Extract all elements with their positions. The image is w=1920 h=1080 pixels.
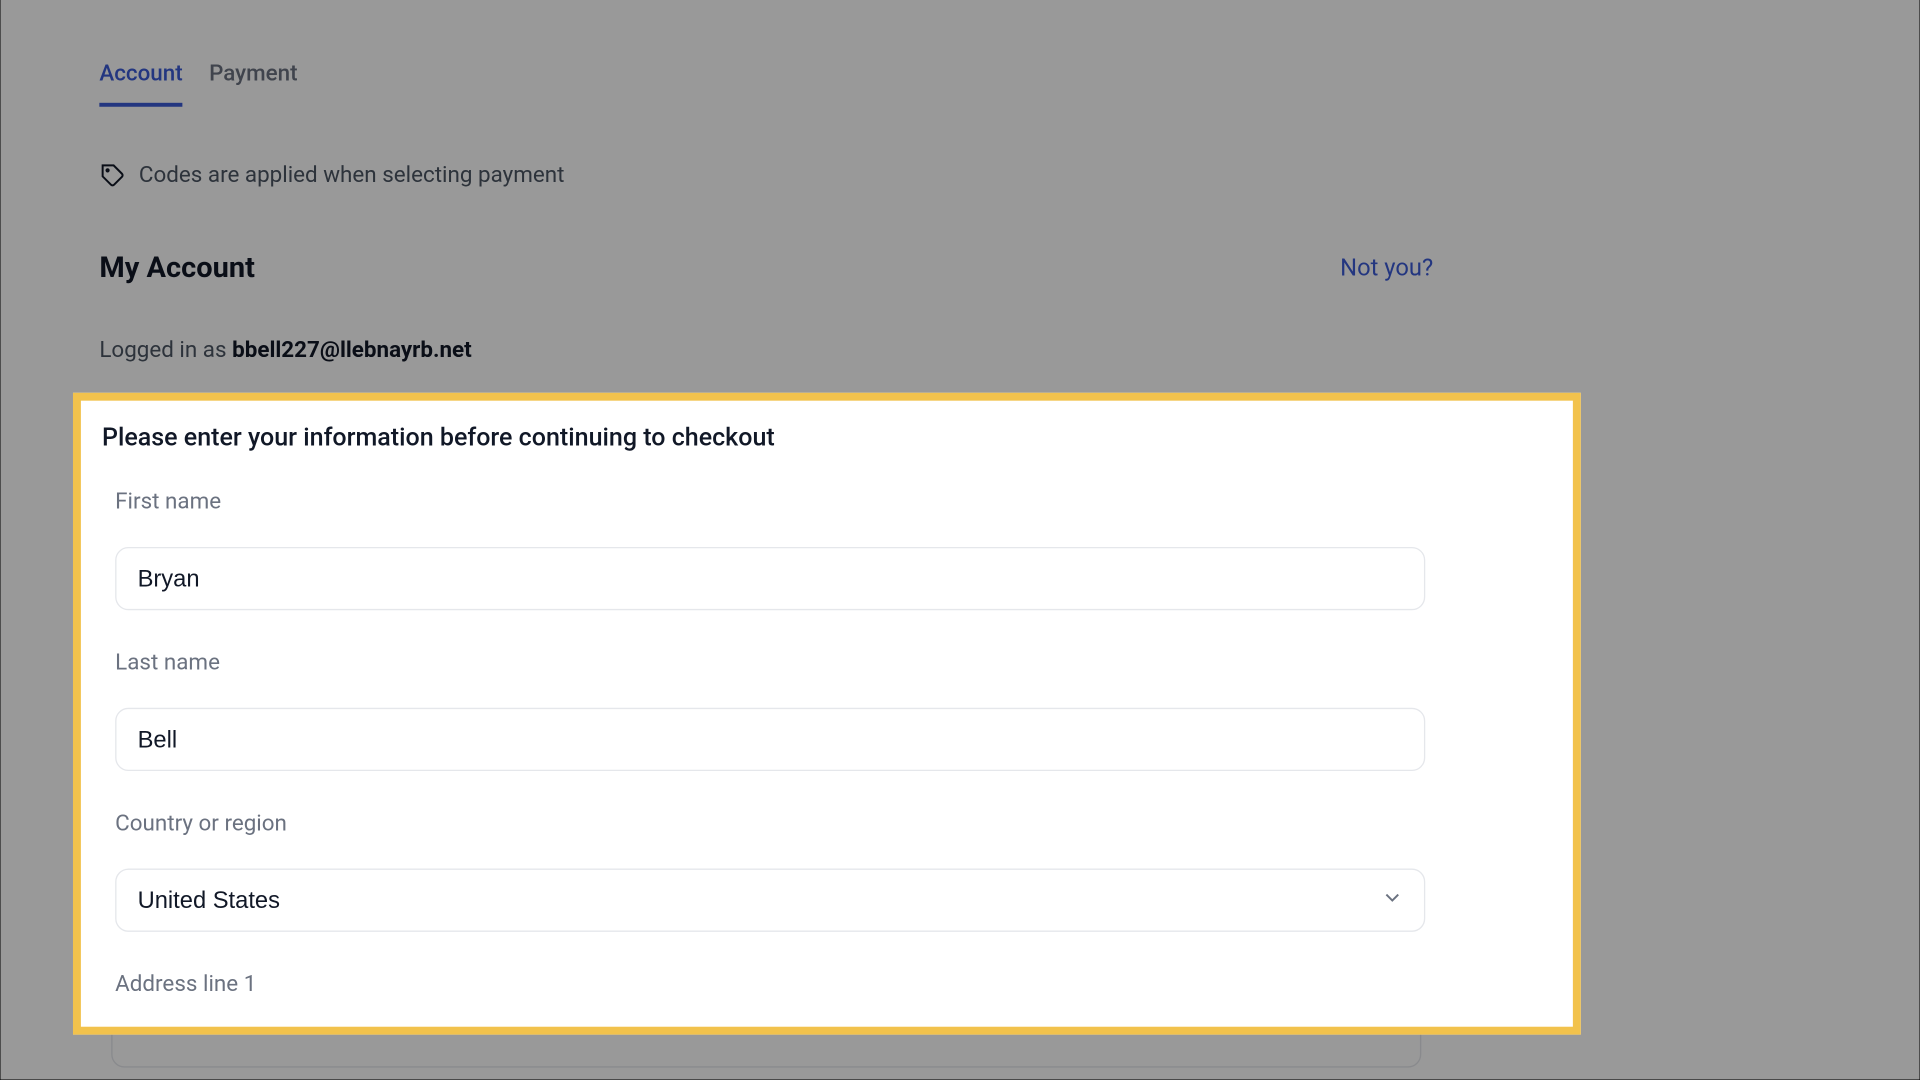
logged-in-prefix: Logged in as: [99, 337, 232, 363]
tab-account[interactable]: Account: [99, 53, 182, 107]
first-name-field[interactable]: [115, 547, 1425, 610]
last-name-label: Last name: [115, 650, 1552, 676]
country-label: Country or region: [115, 811, 1552, 837]
logged-in-as: Logged in as bbell227@llebnayrb.net: [99, 337, 1549, 363]
promo-codes-info: Codes are applied when selecting payment: [99, 162, 1549, 188]
user-information-form: Please enter your information before con…: [73, 393, 1581, 1035]
tab-payment[interactable]: Payment: [209, 53, 298, 107]
last-name-field[interactable]: [115, 708, 1425, 771]
not-you-link[interactable]: Not you?: [1340, 254, 1433, 282]
logged-in-email: bbell227@llebnayrb.net: [232, 337, 472, 363]
address-line-1-field[interactable]: [115, 1029, 1425, 1034]
checkout-tabs: Account Payment: [99, 0, 1549, 107]
checkout-page: Account Payment Codes are applied when s…: [0, 0, 1919, 1079]
my-account-title: My Account: [99, 252, 255, 285]
form-instruction: Please enter your information before con…: [102, 422, 1552, 452]
country-select[interactable]: United States: [115, 869, 1425, 932]
address-line-1-label: Address line 1: [115, 971, 1552, 997]
tag-icon: [99, 162, 125, 188]
first-name-label: First name: [115, 489, 1552, 515]
promo-codes-text: Codes are applied when selecting payment: [139, 162, 565, 188]
